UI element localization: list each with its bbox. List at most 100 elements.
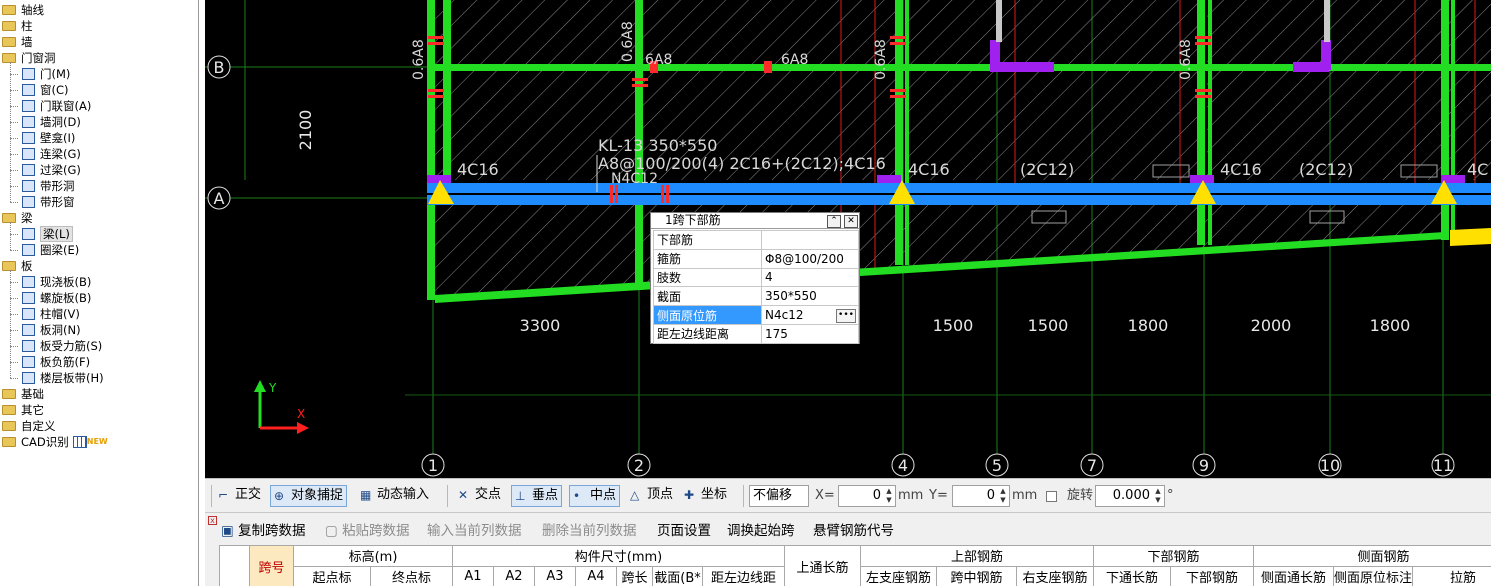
- property-row-selected[interactable]: 侧面原位筋 N4c12 •••: [653, 305, 859, 325]
- tree-item[interactable]: 现浇板(B): [22, 274, 91, 290]
- property-row[interactable]: 肢数 4: [653, 267, 859, 288]
- vertex-button[interactable]: △ 顶点: [627, 485, 676, 507]
- tree-item-label: 圈梁(E): [40, 243, 80, 257]
- delete-column-button[interactable]: 删除当前列数据: [542, 521, 637, 541]
- property-row[interactable]: 箍筋 Φ8@100/200: [653, 248, 859, 269]
- property-row[interactable]: 下部筋: [653, 230, 859, 250]
- tree-item-label: 其它: [21, 403, 44, 417]
- tree-item[interactable]: 板洞(N): [22, 322, 81, 338]
- tree-item[interactable]: 墙: [2, 34, 33, 50]
- tree-item[interactable]: 连梁(G): [22, 146, 81, 162]
- x-input[interactable]: 0 ▲ ▼: [838, 485, 896, 507]
- tree-item[interactable]: 基础: [2, 386, 44, 402]
- coordinate-button[interactable]: ✚ 坐标: [681, 485, 730, 507]
- input-column-button[interactable]: 输入当前列数据: [427, 521, 522, 541]
- intersection-button[interactable]: ✕ 交点: [455, 485, 504, 507]
- tree-item-label: 窗(C): [40, 83, 69, 97]
- offset-mode-select[interactable]: 不偏移: [749, 485, 809, 507]
- tree-item-label: 梁: [21, 211, 33, 225]
- tree-item[interactable]: 楼层板带(H): [22, 370, 104, 386]
- tree-item[interactable]: 自定义: [2, 418, 56, 434]
- tree-item[interactable]: 墙洞(D): [22, 114, 81, 130]
- rotate-checkbox[interactable]: [1046, 491, 1057, 502]
- tree-item[interactable]: 梁: [2, 210, 33, 226]
- tree-item[interactable]: 其它: [2, 402, 44, 418]
- ellipsis-button[interactable]: •••: [836, 309, 856, 324]
- tree-item[interactable]: 梁(L): [22, 226, 73, 242]
- side-rebar-value[interactable]: N4c12: [765, 308, 803, 322]
- span-data-grid[interactable]: 跨号 标高(m) 构件尺寸(mm) 上通长筋 上部钢筋 下部钢筋 侧面钢筋 起点…: [219, 545, 1491, 586]
- tree-item[interactable]: 板受力筋(S): [22, 338, 102, 354]
- span-no-header[interactable]: 跨号: [249, 545, 294, 586]
- tree-item-label: 板: [21, 259, 33, 273]
- degree-label: °: [1167, 488, 1174, 503]
- ortho-button[interactable]: ⌐ 正交: [215, 485, 264, 507]
- spinner-arrows-icon[interactable]: ▲ ▼: [884, 487, 894, 505]
- rebar-label: (2C12): [1299, 160, 1353, 179]
- x-label: X=: [815, 488, 835, 503]
- door-window-icon: [22, 100, 35, 112]
- selected-beam[interactable]: [427, 183, 1491, 205]
- tree-item[interactable]: 轴线: [2, 2, 44, 18]
- link-beam-icon: [22, 148, 35, 160]
- svg-text:X: X: [297, 407, 305, 421]
- wall-hole-icon: [22, 116, 35, 128]
- rotate-input[interactable]: 0.000 ▲ ▼: [1095, 485, 1165, 507]
- component-tree: 轴线柱墙门窗洞 门(M) 窗(C) 门联窗(A) 墙洞(D) 壁龛(I) 连梁(G) 过梁(G…: [0, 0, 199, 586]
- property-row[interactable]: 距左边线距离 175: [653, 323, 859, 344]
- tree-item[interactable]: 过梁(G): [22, 162, 81, 178]
- close-icon[interactable]: x: [208, 516, 217, 525]
- object-snap-button[interactable]: ⊕ 对象捕捉: [270, 485, 348, 507]
- swap-start-span-button[interactable]: 调换起始跨: [727, 521, 795, 541]
- property-row[interactable]: 截面 350*550: [653, 286, 859, 307]
- dim-bottom: 1800: [1370, 316, 1411, 335]
- lintel-icon: [22, 164, 35, 176]
- tree-item-label: 柱帽(V): [40, 307, 80, 321]
- stirrup-label: 0.6A8: [620, 21, 636, 62]
- tree-item-label: 带形洞: [40, 179, 75, 193]
- spinner-arrows-icon[interactable]: ▲ ▼: [998, 487, 1008, 505]
- rebar-label: 4C: [1467, 160, 1488, 179]
- spinner-arrows-icon[interactable]: ▲ ▼: [1153, 487, 1163, 505]
- tree-item[interactable]: 板: [2, 258, 33, 274]
- top-through-header: 上通长筋: [784, 545, 861, 586]
- midpoint-button[interactable]: • 中点: [569, 485, 621, 507]
- tree-item-label: 带形窗: [40, 195, 75, 209]
- perpendicular-button[interactable]: ⊥ 垂点: [511, 485, 563, 507]
- tree-item[interactable]: CAD识别 NEW: [2, 434, 108, 450]
- y-input[interactable]: 0 ▲ ▼: [952, 485, 1010, 507]
- page-setup-button[interactable]: 页面设置: [657, 521, 711, 541]
- tree-item[interactable]: 带形窗: [22, 194, 75, 210]
- member-size-header: 构件尺寸(mm): [452, 545, 785, 567]
- tree-item[interactable]: 圈梁(E): [22, 242, 79, 258]
- paste-span-button[interactable]: ▢ 粘贴跨数据: [325, 521, 410, 541]
- tree-item-label: 板洞(N): [40, 323, 81, 337]
- folder-icon: [2, 421, 16, 431]
- cantilever-code-button[interactable]: 悬臂钢筋代号: [813, 521, 894, 541]
- window-icon: [22, 84, 35, 96]
- close-icon[interactable]: ✕: [844, 215, 858, 228]
- copy-span-button[interactable]: ▣ 复制跨数据: [221, 521, 306, 541]
- tree-item[interactable]: 门(M): [22, 66, 70, 82]
- mid-span-header: 跨中钢筋: [936, 565, 1017, 586]
- folder-icon: [2, 389, 16, 399]
- tree-item[interactable]: 壁龛(I): [22, 130, 75, 146]
- tree-item[interactable]: 螺旋板(B): [22, 290, 91, 306]
- dynamic-input-button[interactable]: ▦ 动态输入: [357, 485, 432, 507]
- tree-item[interactable]: 门联窗(A): [22, 98, 91, 114]
- tree-item[interactable]: 窗(C): [22, 82, 69, 98]
- snap-icon: ⊕: [274, 489, 285, 503]
- strip-hole-icon: [22, 180, 35, 192]
- dim-bottom: 2000: [1251, 316, 1292, 335]
- tree-item[interactable]: 板负筋(F): [22, 354, 90, 370]
- tree-item[interactable]: 柱: [2, 18, 33, 34]
- tree-item-label: 现浇板(B): [40, 275, 92, 289]
- dim-bottom: 1500: [1028, 316, 1069, 335]
- collapse-icon[interactable]: ⌃: [827, 215, 841, 228]
- tree-item-label: 墙: [21, 35, 33, 49]
- tree-item[interactable]: 带形洞: [22, 178, 75, 194]
- span-property-panel[interactable]: 1跨下部筋 ⌃ ✕ 下部筋 箍筋 Φ8@100/200 肢数 4 截面 350*550…: [650, 212, 860, 344]
- tree-item[interactable]: 柱帽(V): [22, 306, 80, 322]
- a3-header: A3: [534, 565, 576, 586]
- dynamic-input-icon: ▦: [360, 488, 372, 502]
